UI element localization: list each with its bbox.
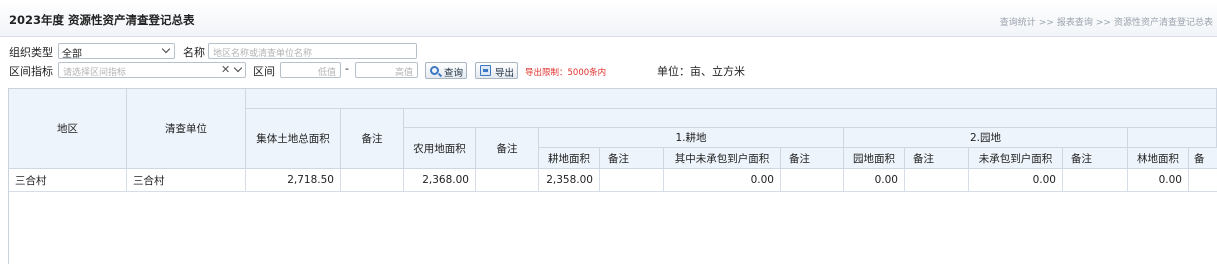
table-cell-note <box>476 169 539 192</box>
breadcrumb: 查询统计 >> 报表查询 >> 资源性资产清查登记总表 <box>1000 15 1213 28</box>
search-icon <box>430 66 439 75</box>
search-button-label: 查询 <box>444 68 464 79</box>
breadcrumb-item[interactable]: 查询统计 <box>1000 18 1036 28</box>
export-icon <box>480 65 491 76</box>
table-cell-farmland-area: 2,358.00 <box>539 169 600 192</box>
range-indicator-placeholder: 请选择区间指标 <box>63 68 127 78</box>
chevron-down-icon <box>161 44 171 54</box>
column-header-forest-area[interactable]: 林地面积 <box>1128 148 1189 169</box>
column-header-note[interactable]: 备注 <box>476 128 539 169</box>
page-title: 2023年度 资源性资产清查登记总表 <box>9 13 195 27</box>
range-dash: - <box>345 62 349 75</box>
column-header-note[interactable]: 备注 <box>781 148 844 169</box>
column-header-agri-area[interactable]: 农用地面积 <box>404 128 476 169</box>
export-button-label: 导出 <box>495 68 515 79</box>
export-button[interactable]: 导出 <box>475 62 518 79</box>
column-header-note[interactable]: 备注 <box>600 148 664 169</box>
title-bar: 2023年度 资源性资产清查登记总表 查询统计 >> 报表查询 >> 资源性资产清查登记… <box>0 0 1217 37</box>
column-header-note[interactable]: 备注 <box>341 109 404 169</box>
org-type-label: 组织类型 <box>9 46 53 59</box>
table-cell-note <box>341 169 404 192</box>
range-high-placeholder: 高值 <box>394 68 413 78</box>
unit-text: 单位：亩、立方米 <box>657 65 745 78</box>
column-header-note[interactable]: 备注 <box>905 148 969 169</box>
table-cell-garden-area: 0.00 <box>844 169 905 192</box>
column-header-unit[interactable]: 清查单位 <box>127 89 246 169</box>
column-header-note[interactable]: 备注 <box>1063 148 1128 169</box>
column-header-collective-total[interactable]: 集体土地总面积 <box>246 109 341 169</box>
breadcrumb-item[interactable]: 报表查询 <box>1057 18 1093 28</box>
column-header-farmland-uncontracted[interactable]: 其中未承包到户面积 <box>664 148 781 169</box>
breadcrumb-separator: >> <box>1095 18 1111 28</box>
name-input[interactable]: 地区名称或清查单位名称 <box>208 43 417 59</box>
table-cell-forest-area: 0.00 <box>1128 169 1189 192</box>
chevron-down-icon <box>233 63 243 73</box>
group-header-garden: 2.园地 <box>844 128 1128 148</box>
range-low-input[interactable]: 低值 <box>280 62 341 78</box>
header-top-band <box>246 89 1217 109</box>
range-high-input[interactable]: 高值 <box>355 62 418 78</box>
table-cell-farmland-uncontracted: 0.00 <box>664 169 781 192</box>
table-cell-agri-area: 2,368.00 <box>404 169 476 192</box>
column-header-farmland-area[interactable]: 耕地面积 <box>539 148 600 169</box>
name-label: 名称 <box>183 46 205 59</box>
range-indicator-label: 区间指标 <box>9 65 53 78</box>
org-type-value: 全部 <box>62 49 82 60</box>
export-limit-note: 导出限制：5000条内 <box>525 68 607 78</box>
header-agri-band <box>404 109 1217 128</box>
table-cell-collective-total: 2,718.50 <box>246 169 341 192</box>
table-cell-note <box>1063 169 1128 192</box>
breadcrumb-separator: >> <box>1038 18 1054 28</box>
breadcrumb-item: 资源性资产清查登记总表 <box>1113 18 1213 28</box>
range-low-placeholder: 低值 <box>317 68 336 78</box>
table-cell-region: 三合村 <box>9 169 127 192</box>
table-cell-unit: 三合村 <box>127 169 246 192</box>
table-cell-note <box>905 169 969 192</box>
column-header-garden-uncontracted[interactable]: 未承包到户面积 <box>969 148 1063 169</box>
column-header-region[interactable]: 地区 <box>9 89 127 169</box>
org-type-select[interactable]: 全部 <box>58 43 175 60</box>
range-label: 区间 <box>253 65 275 78</box>
range-indicator-select[interactable]: 请选择区间指标 ✕ <box>58 62 246 78</box>
table-cell-note <box>781 169 844 192</box>
table-cell-note <box>1189 169 1217 192</box>
search-button[interactable]: 查询 <box>425 62 467 79</box>
group-header-farmland: 1.耕地 <box>539 128 844 148</box>
table-cell-garden-uncontracted: 0.00 <box>969 169 1063 192</box>
column-header-note[interactable]: 备 <box>1189 148 1217 169</box>
group-header-forest <box>1128 128 1217 148</box>
name-placeholder: 地区名称或清查单位名称 <box>213 49 313 59</box>
column-header-garden-area[interactable]: 园地面积 <box>844 148 905 169</box>
table-cell-note <box>600 169 664 192</box>
clear-icon[interactable]: ✕ <box>221 63 230 77</box>
